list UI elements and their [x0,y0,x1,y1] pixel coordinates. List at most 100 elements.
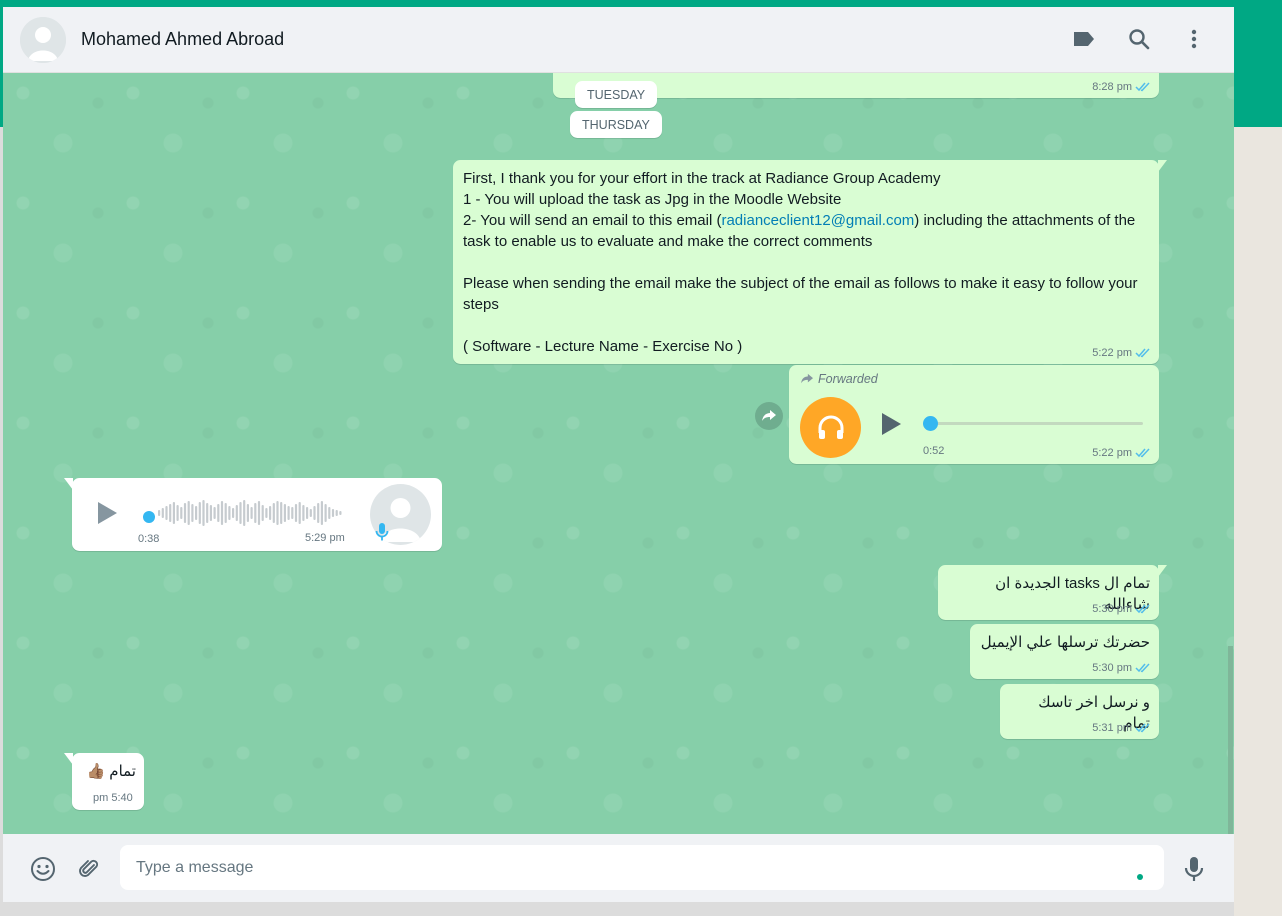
search-icon[interactable] [1125,25,1153,53]
waveform-bar [158,510,161,516]
ok-message-bubble[interactable]: تمام 👍🏽 5:40 pm [64,753,144,810]
waveform-bar [195,506,198,520]
double-check-icon [1135,604,1150,614]
waveform-bar [280,502,283,524]
message-text: تمام 👍🏽 [86,763,136,780]
input-status-dot [1137,874,1143,880]
waveform-bar [265,508,268,518]
waveform-bar [309,509,312,517]
message-input[interactable] [120,845,1164,890]
message-time: 5:22 pm [1092,347,1132,359]
waveform-bar [176,505,179,521]
waveform-bar [261,505,264,521]
headphones-icon [818,415,843,439]
waveform-bar [224,503,227,523]
waveform-bar [220,501,224,525]
forwarded-icon [801,373,813,384]
waveform-bar [243,500,246,526]
waveform-bar [294,504,298,522]
message-meta: 5:22 pm [1092,347,1151,359]
waveform-bar [331,509,335,517]
voice-waveform[interactable] [158,498,344,528]
emoji-icon [31,857,55,881]
waveform-bar [246,504,249,522]
waveform-bar [191,504,194,522]
double-check-icon [1135,82,1150,92]
play-button[interactable] [880,412,902,440]
waveform-bar [232,508,235,518]
label-icon[interactable] [1070,25,1098,53]
waveform-bar [272,503,275,523]
waveform-bar [213,507,216,519]
waveform-bar [165,506,168,520]
forward-button[interactable] [755,402,783,430]
waveform-bar [235,505,238,521]
waveform-bar [324,504,327,522]
waveform-bar [339,511,342,515]
waveform-bar [287,506,290,520]
day-separator-tuesday: TUESDAY [575,81,658,108]
message-text: حضرتك ترسلها علي الإيميل [980,634,1150,651]
forward-arrow-icon [762,410,776,421]
right-background-panel [1234,127,1282,916]
play-icon [98,502,117,524]
menu-icon[interactable] [1180,25,1208,53]
chat-window: Mohamed Ahmed Abroad 8:28 pm TUESDAY THU… [3,7,1234,902]
tasks-message-bubble[interactable]: تمام ال tasks الجديدة ان شاءالله 5:30 pm [938,565,1167,620]
voice-record-button[interactable] [1179,854,1209,884]
email-link[interactable]: radianceclient12@gmail.com [721,212,914,229]
microphone-icon [375,523,389,541]
double-check-icon [1135,348,1150,358]
message-list[interactable]: 8:28 pm TUESDAY THURSDAY First, I thank … [3,73,1234,834]
waveform-bar [180,507,183,519]
waveform-bar [250,507,253,519]
audio-progress-knob[interactable] [923,416,938,431]
message-time: 5:29 pm [305,532,345,544]
voice-progress-knob[interactable] [143,511,155,523]
email-message-bubble[interactable]: حضرتك ترسلها علي الإيميل 5:30 pm [970,624,1159,679]
microphone-badge [375,522,389,546]
instructions-message-bubble[interactable]: First, I thank you for your effort in th… [453,160,1167,364]
forwarded-label: Forwarded [800,372,878,386]
chat-scrollbar[interactable] [1228,646,1233,834]
double-check-icon [1135,663,1150,673]
waveform-bar [172,502,175,524]
waveform-bar [320,501,323,525]
forwarded-audio-bubble[interactable]: Forwarded 0:52 5:22 pm [789,365,1159,464]
audio-progress-track[interactable] [929,422,1143,425]
waveform-bar [335,510,338,516]
message-composer [3,834,1234,902]
waveform-bar [217,504,220,522]
waveform-bar [302,505,305,521]
voice-duration: 0:38 [138,533,160,545]
chat-header: Mohamed Ahmed Abroad [3,7,1234,73]
message-meta: 8:28 pm [1092,81,1151,93]
message-meta: 5:30 pm [1092,603,1151,615]
message-time: 5:22 pm [1092,447,1132,459]
double-check-icon [1135,723,1150,733]
waveform-bar [228,506,231,520]
message-time: 5:40 pm [93,792,133,804]
message-meta: 5:30 pm [1092,662,1151,674]
last-task-message-bubble[interactable]: و نرسل اخر تاسك تمام 5:31 pm [1000,684,1159,739]
contact-avatar[interactable] [20,17,66,63]
waveform-bar [328,507,331,519]
waveform-bar [209,505,212,521]
waveform-bar [161,508,164,518]
waveform-bar [187,501,190,525]
message-time: 8:28 pm [1092,81,1132,93]
audio-file-avatar [800,397,861,458]
waveform-bar [206,503,209,523]
audio-duration: 0:52 [923,445,945,457]
incoming-voice-bubble[interactable]: 0:38 5:29 pm [64,478,442,551]
play-button[interactable] [96,501,118,529]
message-time: 5:30 pm [1092,662,1132,674]
message-time: 5:30 pm [1092,603,1132,615]
double-check-icon [1135,448,1150,458]
attach-button[interactable] [74,854,104,884]
waveform-bar [257,501,261,525]
contact-name[interactable]: Mohamed Ahmed Abroad [81,29,284,50]
paperclip-icon [79,859,99,877]
emoji-button[interactable] [28,854,58,884]
message-meta: 5:31 pm [1092,722,1151,734]
